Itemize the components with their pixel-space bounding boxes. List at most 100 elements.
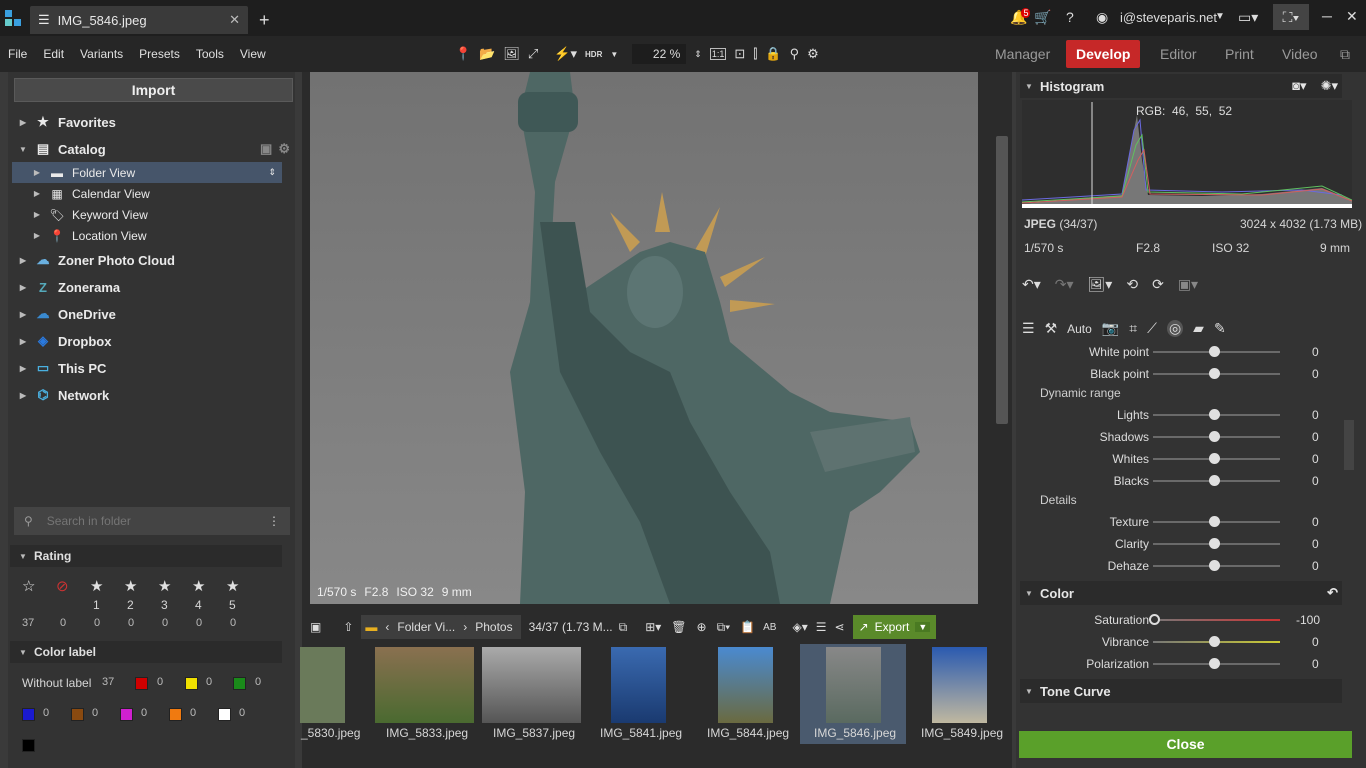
thumbnail[interactable] — [718, 647, 773, 723]
tree-zonerama[interactable]: ▶ Z Zonerama — [18, 274, 290, 300]
adjustments-icon[interactable]: ☰ — [1022, 320, 1035, 337]
tree-calendar-view[interactable]: ▶ ▦ Calendar View — [32, 183, 304, 204]
user-dropdown-icon[interactable]: ▼ — [1215, 11, 1225, 22]
menu-edit[interactable]: Edit — [35, 36, 72, 72]
thumbnail-name[interactable]: _5830.jpeg — [301, 726, 360, 740]
display-icon[interactable]: ▭▾ — [1238, 9, 1258, 26]
cart-icon[interactable]: 🛒 — [1034, 9, 1051, 26]
slider-lights[interactable]: Lights 0 — [1016, 404, 1356, 426]
slider-value[interactable]: 0 — [1312, 408, 1319, 422]
layers-icon[interactable]: ◈▾ — [792, 620, 807, 634]
rejected-icon[interactable]: ⊘ — [56, 577, 69, 595]
color-red-swatch[interactable] — [135, 677, 148, 690]
color-black-swatch[interactable] — [22, 739, 35, 752]
collapse-arrow-icon[interactable]: ▼ — [18, 145, 28, 154]
thumbnail[interactable] — [482, 647, 581, 723]
user-icon[interactable]: ◉ — [1096, 9, 1108, 26]
help-icon[interactable]: ? — [1066, 9, 1074, 25]
tree-dropbox[interactable]: ▶ ◈ Dropbox — [18, 328, 290, 354]
tree-onedrive[interactable]: ▶ ☁ OneDrive — [18, 301, 290, 327]
export-button[interactable]: ↗ Export ▼ — [852, 615, 937, 639]
fullscreen-icon[interactable]: ⛶▾ — [1273, 4, 1309, 30]
slider-knob[interactable] — [1149, 614, 1160, 625]
close-window-icon[interactable]: ✕ — [1346, 8, 1358, 25]
expand-arrow-icon[interactable]: ▶ — [18, 256, 28, 265]
hdr-dropdown-icon[interactable]: ▼ — [610, 50, 618, 59]
slider-blacks[interactable]: Blacks 0 — [1016, 470, 1356, 492]
slider-vibrance[interactable]: Vibrance 0 — [1016, 631, 1356, 653]
slider-knob[interactable] — [1209, 516, 1220, 527]
slider-knob[interactable] — [1209, 431, 1220, 442]
slider-clarity[interactable]: Clarity 0 — [1016, 533, 1356, 555]
tree-this-pc[interactable]: ▶ ▭ This PC — [18, 355, 290, 381]
import-button[interactable]: Import — [14, 78, 293, 102]
slider-knob[interactable] — [1209, 636, 1220, 647]
compare-icon[interactable]: ⫿ — [753, 46, 757, 62]
preview-mode-icon[interactable]: 🖼▾ — [1088, 276, 1113, 293]
person-zoom-icon[interactable]: ⚲ — [790, 46, 800, 62]
collapse-arrow-icon[interactable]: ▼ — [18, 552, 28, 561]
sort-updown-icon[interactable]: ⇕ — [268, 167, 276, 178]
expand-arrow-icon[interactable]: ▶ — [32, 231, 42, 240]
thumbnail-selected[interactable] — [826, 647, 881, 723]
slider-knob[interactable] — [1209, 560, 1220, 571]
color-label-header[interactable]: ▼ Color label — [10, 641, 282, 663]
star-1-icon[interactable]: ★ — [90, 577, 103, 595]
adjust-icon[interactable]: ☰ — [816, 620, 827, 634]
perspective-icon[interactable]: ⟋ — [1147, 320, 1157, 337]
healing-icon[interactable]: ✎ — [1214, 320, 1226, 337]
back-chevron-icon[interactable]: ‹ — [385, 620, 389, 634]
slider-value[interactable]: 0 — [1312, 559, 1319, 573]
slider-knob[interactable] — [1209, 346, 1220, 357]
slider-value[interactable]: 0 — [1312, 367, 1319, 381]
slider-track[interactable] — [1153, 619, 1280, 621]
one-to-one-button[interactable]: 1:1 — [709, 48, 727, 60]
tree-keyword-view[interactable]: ▶ 🏷 Keyword View — [32, 204, 304, 225]
color-magenta-swatch[interactable] — [120, 708, 133, 721]
user-email[interactable]: i@steveparis.net — [1120, 10, 1217, 25]
minimize-icon[interactable]: ─ — [1322, 8, 1332, 24]
search-input[interactable] — [46, 514, 247, 528]
breadcrumb-folder-view[interactable]: Folder Vi... — [397, 620, 455, 634]
color-orange-swatch[interactable] — [169, 708, 182, 721]
slider-value[interactable]: 0 — [1312, 345, 1319, 359]
search-box[interactable]: ⚲ ⋮ — [14, 507, 290, 535]
tree-folder-view[interactable]: ▶ ▬ Folder View ⇕ — [12, 162, 282, 183]
settings-view-icon[interactable]: ⚙ — [807, 46, 819, 62]
thumbnail[interactable] — [932, 647, 987, 723]
mask-icon[interactable]: ◎ — [1166, 320, 1184, 337]
expand-arrow-icon[interactable]: ▶ — [18, 364, 28, 373]
apply-icon[interactable]: ▣▾ — [1178, 276, 1198, 293]
export-dropdown-icon[interactable]: ▼ — [915, 622, 931, 632]
photo-preview[interactable]: 1/570 s F2.8 ISO 32 9 mm — [310, 72, 978, 604]
slider-knob[interactable] — [1209, 538, 1220, 549]
histogram-header[interactable]: ▼ Histogram ◙▾ ✺▾ — [1020, 74, 1342, 98]
add-folder-icon[interactable]: ▣ — [260, 141, 272, 157]
zoom-field[interactable]: 22 % — [632, 44, 687, 64]
expand-icon[interactable]: ⤢ — [528, 46, 538, 62]
bell-icon[interactable]: 🔔 5 — [1010, 7, 1031, 26]
tree-catalog[interactable]: ▼ ▤ Catalog ▣ ⚙ — [18, 136, 290, 162]
camera-icon[interactable]: 📷 — [1102, 320, 1119, 337]
slider-black-point[interactable]: Black point 0 — [1016, 363, 1356, 385]
crop-icon[interactable]: ⌗ — [1129, 320, 1137, 337]
rename-icon[interactable]: AB — [763, 622, 776, 633]
without-label[interactable]: Without label — [22, 676, 91, 690]
star-2-icon[interactable]: ★ — [124, 577, 137, 595]
expand-arrow-icon[interactable]: ▶ — [18, 283, 28, 292]
slider-value[interactable]: 0 — [1312, 657, 1319, 671]
color-white-swatch[interactable] — [218, 708, 231, 721]
slider-knob[interactable] — [1209, 453, 1220, 464]
collapse-arrow-icon[interactable]: ▼ — [1024, 589, 1034, 598]
lock-icon[interactable]: 🔒 — [765, 46, 781, 62]
layout-icon[interactable]: ▣ — [310, 620, 321, 634]
new-folder-icon[interactable]: ⊕ — [697, 620, 707, 634]
gradient-icon[interactable]: ▰ — [1193, 320, 1204, 337]
slider-value[interactable]: 0 — [1312, 452, 1319, 466]
star-3-icon[interactable]: ★ — [158, 577, 171, 595]
thumbnail-name[interactable]: IMG_5844.jpeg — [707, 726, 789, 740]
catalog-settings-icon[interactable]: ⚙ — [278, 141, 290, 157]
slider-white-point[interactable]: White point 0 — [1016, 341, 1356, 363]
thumbnail-name[interactable]: IMG_5833.jpeg — [386, 726, 468, 740]
slider-value[interactable]: 0 — [1312, 537, 1319, 551]
